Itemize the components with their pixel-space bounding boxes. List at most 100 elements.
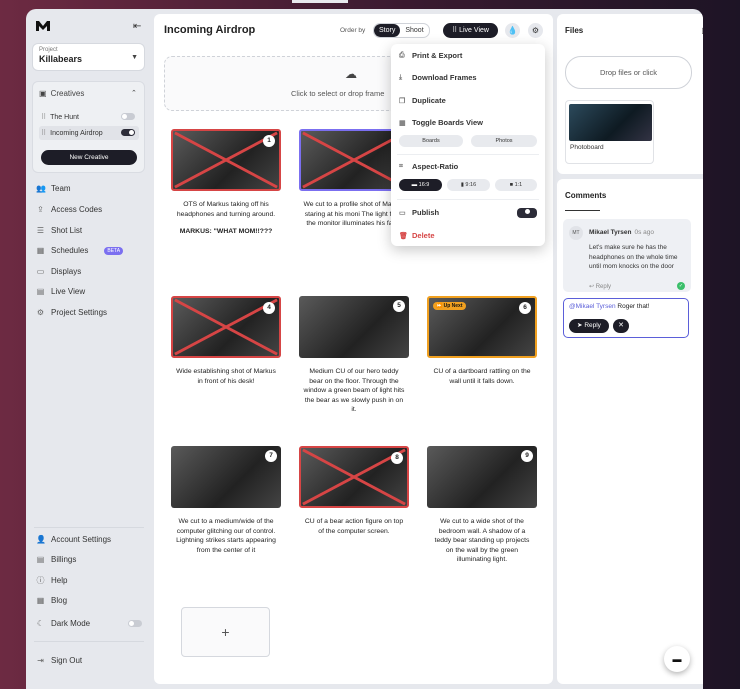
nav-schedules[interactable]: ▦ Schedules BETA bbox=[36, 246, 146, 255]
live-view-icon: ▤ bbox=[36, 287, 45, 296]
storyboard-card[interactable]: 8 CU of a bear action figure on top of th… bbox=[299, 446, 409, 536]
collapse-sidebar-icon[interactable]: ⇤ bbox=[133, 21, 141, 32]
menu-label: Toggle Boards View bbox=[412, 118, 483, 127]
settings-button[interactable]: ⚙ bbox=[528, 23, 543, 38]
divider bbox=[34, 641, 144, 642]
monitor-icon: ▭ bbox=[36, 267, 45, 276]
creative-item-the-hunt[interactable]: ⠿ The Hunt bbox=[39, 110, 139, 124]
storyboard-card[interactable]: 5 Medium CU of our hero teddy bear on the… bbox=[299, 296, 409, 415]
menu-aspect-ratio: ⌗ Aspect-Ratio bbox=[399, 162, 458, 171]
ratio-label: 9:16 bbox=[465, 182, 477, 188]
storyboard-card[interactable]: ⏩ Up Next 6 CU of a dartboard rattling on … bbox=[427, 296, 537, 386]
nav-label: Shot List bbox=[51, 226, 83, 235]
live-view-label: Live View bbox=[459, 27, 489, 34]
frame-caption[interactable]: Wide establishing shot of Markus in fron… bbox=[171, 367, 281, 386]
panel-toggle-icon[interactable]: ◨ bbox=[701, 26, 703, 35]
photoboard-file[interactable]: Photoboard bbox=[565, 100, 654, 164]
frame-number: 7 bbox=[265, 450, 277, 462]
photos-view-button[interactable]: Photos bbox=[471, 135, 537, 147]
reply-input[interactable]: @Mikael Tyrsen Roger that! ➤ Reply ✕ bbox=[563, 298, 689, 338]
frame-thumbnail[interactable]: ⏩ Up Next 6 bbox=[427, 296, 537, 358]
frame-thumbnail[interactable]: 8 bbox=[299, 446, 409, 508]
creative-toggle[interactable] bbox=[121, 129, 135, 136]
reply-button[interactable]: ➤ Reply bbox=[569, 319, 609, 333]
chat-icon: ▬ bbox=[672, 654, 682, 664]
folder-icon: ▣ bbox=[39, 89, 47, 98]
creative-item-label: The Hunt bbox=[50, 113, 79, 121]
settings-menu: ⎙ Print & Export ⤓ Download Frames ❐ Duplic… bbox=[391, 44, 545, 246]
storyboard-card[interactable]: 1 OTS of Markus taking off his headphones… bbox=[171, 129, 281, 237]
frame-caption[interactable]: CU of a dartboard rattling on the wall u… bbox=[427, 367, 537, 386]
photoboard-thumbnail bbox=[569, 104, 652, 141]
creative-toggle[interactable] bbox=[121, 113, 135, 120]
frame-number: 9 bbox=[521, 450, 533, 462]
order-story-button[interactable]: Story bbox=[374, 24, 401, 37]
nav-access-codes[interactable]: ⇪ Access Codes bbox=[36, 205, 146, 214]
nav-label: Displays bbox=[51, 267, 82, 276]
menu-toggle-boards-view[interactable]: ▦ Toggle Boards View bbox=[399, 118, 483, 127]
menu-delete[interactable]: 🗑 Delete bbox=[399, 231, 435, 240]
nav-billings[interactable]: ▤ Billings bbox=[36, 555, 146, 564]
menu-download-frames[interactable]: ⤓ Download Frames bbox=[399, 73, 477, 82]
drop-files-button[interactable]: Drop files or click bbox=[565, 56, 692, 89]
project-selector[interactable]: Project Killabears ▼ bbox=[32, 43, 145, 71]
nav-displays[interactable]: ▭ Displays bbox=[36, 267, 146, 276]
frame-caption[interactable]: We cut to a medium/wide of the computer … bbox=[171, 517, 281, 555]
menu-duplicate[interactable]: ❐ Duplicate bbox=[399, 96, 446, 105]
chat-button[interactable]: ▬ bbox=[664, 646, 690, 672]
resolve-check-icon[interactable]: ✓ bbox=[677, 282, 685, 290]
sign-out-icon: ⇥ bbox=[37, 656, 44, 665]
frame-thumbnail[interactable]: 4 bbox=[171, 296, 281, 358]
frame-caption[interactable]: OTS of Markus taking off his headphones … bbox=[171, 200, 281, 237]
nav-team[interactable]: 👥 Team bbox=[36, 184, 146, 193]
order-toggle: Story Shoot bbox=[373, 23, 430, 38]
ratio-16-9-button[interactable]: ▬ 16:9 bbox=[399, 179, 442, 191]
nav-account-settings[interactable]: 👤 Account Settings bbox=[36, 535, 146, 544]
ratio-9-16-button[interactable]: ▮ 9:16 bbox=[447, 179, 490, 191]
plus-icon: + bbox=[221, 624, 230, 640]
storyboard-card[interactable]: 4 Wide establishing shot of Markus in fro… bbox=[171, 296, 281, 386]
nav-sign-out[interactable]: ⇥ Sign Out bbox=[36, 656, 146, 665]
frame-thumbnail[interactable]: 1 bbox=[171, 129, 281, 191]
window-top-tab bbox=[292, 0, 348, 3]
add-frame-button[interactable]: + bbox=[181, 607, 270, 657]
menu-label: Download Frames bbox=[412, 73, 477, 82]
frame-thumbnail[interactable]: 9 bbox=[427, 446, 537, 508]
storyboard-card[interactable]: 7 We cut to a medium/wide of the computer… bbox=[171, 446, 281, 555]
publish-toggle[interactable] bbox=[517, 208, 537, 218]
frame-caption[interactable]: We cut to a wide shot of the bedroom wal… bbox=[427, 517, 537, 565]
nav-shot-list[interactable]: ☰ Shot List bbox=[36, 226, 146, 235]
frame-thumbnail[interactable]: 7 bbox=[171, 446, 281, 508]
creatives-header[interactable]: ▣ Creatives ⌃ bbox=[39, 89, 137, 98]
menu-print-export[interactable]: ⎙ Print & Export bbox=[399, 51, 462, 60]
reply-icon: ↩ bbox=[589, 284, 596, 290]
new-creative-button[interactable]: New Creative bbox=[41, 150, 137, 165]
ratio-1-1-button[interactable]: ■ 1:1 bbox=[495, 179, 537, 191]
nav-dark-mode[interactable]: ☾ Dark Mode bbox=[36, 619, 146, 628]
reply-text: @Mikael Tyrsen Roger that! bbox=[569, 303, 650, 310]
gear-icon: ⚙ bbox=[36, 308, 45, 317]
nav-project-settings[interactable]: ⚙ Project Settings bbox=[36, 308, 146, 317]
frame-caption[interactable]: CU of a bear action figure on top of the… bbox=[299, 517, 409, 536]
boards-view-button[interactable]: Boards bbox=[399, 135, 463, 147]
drag-handle-icon[interactable]: ⠿ bbox=[41, 129, 46, 137]
storyboard-card[interactable]: 9 We cut to a wide shot of the bedroom wa… bbox=[427, 446, 537, 565]
live-view-button[interactable]: ⠿ Live View bbox=[443, 23, 498, 38]
nav-blog[interactable]: ▦ Blog bbox=[36, 596, 146, 605]
drag-handle-icon[interactable]: ⠿ bbox=[41, 113, 46, 121]
comment-reply-link[interactable]: ↩ Reply bbox=[589, 283, 611, 290]
color-button[interactable]: 💧 bbox=[505, 23, 520, 38]
aspect-ratio-icon: ⌗ bbox=[399, 162, 403, 170]
creative-item-incoming-airdrop[interactable]: ⠿ Incoming Airdrop bbox=[39, 126, 139, 140]
frame-caption[interactable]: Medium CU of our hero teddy bear on the … bbox=[299, 367, 409, 415]
nav-help[interactable]: ⓘ Help bbox=[36, 576, 146, 585]
droplet-icon: 💧 bbox=[507, 26, 518, 35]
comment-text: Let's make sure he has the headphones on… bbox=[589, 244, 678, 270]
author-name: Mikael Tyrsen bbox=[589, 229, 632, 236]
frame-thumbnail[interactable]: 5 bbox=[299, 296, 409, 358]
order-shoot-button[interactable]: Shoot bbox=[400, 24, 428, 37]
frame-number: 8 bbox=[391, 452, 403, 464]
cancel-reply-button[interactable]: ✕ bbox=[613, 319, 629, 333]
dark-mode-toggle[interactable] bbox=[128, 620, 142, 627]
nav-live-view[interactable]: ▤ Live View bbox=[36, 287, 146, 296]
